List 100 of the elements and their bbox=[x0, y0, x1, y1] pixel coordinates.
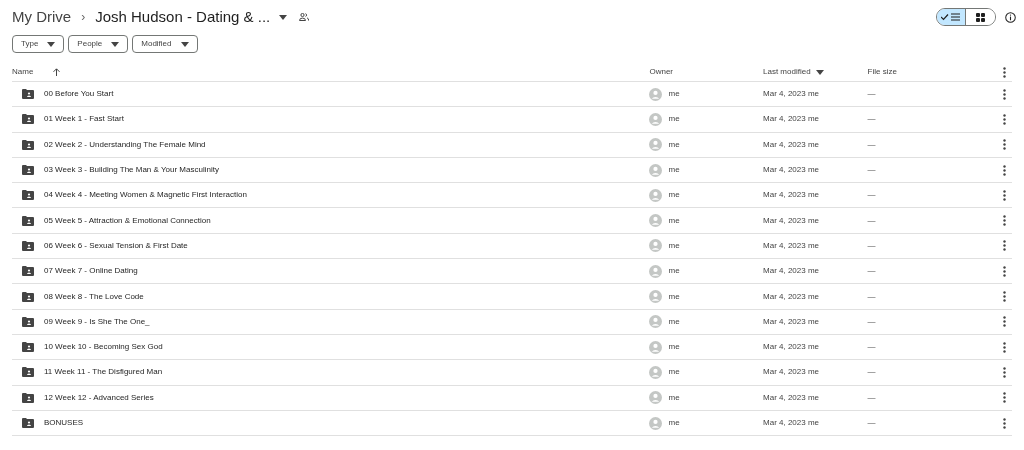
info-icon[interactable] bbox=[1005, 11, 1016, 23]
owner-cell: me bbox=[668, 88, 680, 101]
file-size-cell-text: — bbox=[867, 214, 877, 227]
modified-cell-text: Mar 4, 2023 me bbox=[763, 214, 821, 227]
avatar-icon bbox=[649, 138, 663, 152]
people-icon bbox=[299, 13, 310, 21]
folder-name[interactable]: 06 Week 6 - Sexual Tension & First Date bbox=[44, 239, 188, 252]
folder-name[interactable]: BONUSES bbox=[44, 417, 84, 429]
owner-cell: me bbox=[668, 417, 680, 429]
shared-folder-icon bbox=[22, 114, 34, 125]
avatar-icon bbox=[649, 163, 663, 177]
folder-name[interactable]: 08 Week 8 - The Love Code bbox=[44, 290, 144, 303]
caret-icon bbox=[279, 14, 288, 20]
shared-folder-icon bbox=[22, 418, 34, 428]
owner-cell: me bbox=[668, 138, 680, 151]
modified-cell-text: Mar 4, 2023 me bbox=[763, 391, 821, 404]
more-options-icon[interactable] bbox=[1002, 240, 1006, 252]
owner-cell: me bbox=[668, 214, 680, 227]
file-size-cell-text: — bbox=[867, 366, 877, 379]
folder-name[interactable]: 07 Week 7 - Online Dating bbox=[44, 265, 138, 278]
more-options-icon[interactable] bbox=[1002, 366, 1006, 378]
more-options-icon[interactable] bbox=[1002, 189, 1006, 201]
folder-title-dropdown[interactable]: Josh Hudson - Dating & ... bbox=[95, 5, 288, 29]
avatar-icon bbox=[649, 87, 663, 101]
more-options-icon[interactable] bbox=[1002, 215, 1006, 227]
more-options-icon[interactable] bbox=[1002, 113, 1006, 125]
shared-folder-icon bbox=[22, 291, 34, 302]
filter-chip[interactable]: Modified bbox=[132, 35, 198, 53]
more-options-icon[interactable] bbox=[1002, 88, 1006, 100]
shared-folder-icon bbox=[22, 165, 34, 176]
column-header[interactable]: Last modified bbox=[763, 66, 811, 78]
file-size-cell-text: — bbox=[867, 113, 877, 126]
column-header[interactable]: Owner bbox=[649, 66, 763, 78]
list-icon bbox=[941, 13, 961, 21]
shared-folder-icon bbox=[22, 316, 34, 327]
avatar-icon bbox=[649, 340, 663, 354]
avatar-icon bbox=[649, 188, 663, 202]
folder-name[interactable]: 09 Week 9 - Is She The One_ bbox=[44, 315, 150, 328]
folder-name[interactable]: 11 Week 11 - The Disfigured Man bbox=[44, 366, 163, 379]
owner-cell: me bbox=[668, 239, 680, 252]
modified-cell-text: Mar 4, 2023 me bbox=[763, 189, 821, 202]
view-toggle-button[interactable] bbox=[937, 9, 966, 25]
folder-name[interactable]: 03 Week 3 - Building The Man & Your Masculinity bbox=[44, 164, 219, 177]
more-options-icon[interactable] bbox=[1002, 316, 1006, 328]
file-size-cell-text: — bbox=[867, 417, 877, 429]
avatar-icon bbox=[649, 416, 663, 430]
avatar-icon bbox=[649, 290, 663, 303]
avatar-icon bbox=[649, 112, 663, 126]
folder-name[interactable]: 10 Week 10 - Becoming Sex God bbox=[44, 341, 163, 354]
modified-cell-text: Mar 4, 2023 me bbox=[763, 113, 821, 126]
shared-folder-icon bbox=[22, 190, 34, 201]
column-header[interactable]: Name bbox=[12, 66, 34, 78]
file-size-cell-text: — bbox=[867, 290, 877, 303]
more-options-icon[interactable] bbox=[1002, 417, 1006, 429]
shared-folder-icon bbox=[22, 367, 34, 378]
file-size-cell-text: — bbox=[867, 239, 877, 252]
file-size-cell-text: — bbox=[867, 138, 877, 151]
shared-folder-icon bbox=[22, 342, 34, 353]
more-options-icon[interactable] bbox=[1002, 139, 1006, 151]
caret-icon bbox=[815, 69, 824, 75]
modified-cell-text: Mar 4, 2023 me bbox=[763, 417, 821, 429]
owner-cell: me bbox=[668, 391, 680, 404]
owner-cell: me bbox=[668, 290, 680, 303]
grid-icon bbox=[976, 12, 985, 22]
more-options-icon[interactable] bbox=[1002, 392, 1006, 404]
folder-name[interactable]: 12 Week 12 - Advanced Series bbox=[44, 391, 154, 404]
file-size-cell-text: — bbox=[867, 315, 877, 328]
modified-cell-text: Mar 4, 2023 me bbox=[763, 88, 821, 101]
owner-cell: me bbox=[668, 366, 680, 379]
folder-name[interactable]: 04 Week 4 - Meeting Women & Magnetic First Interaction bbox=[44, 189, 247, 202]
owner-cell: me bbox=[668, 341, 680, 354]
file-size-cell-text: — bbox=[867, 391, 877, 404]
file-size-cell-text: — bbox=[867, 88, 877, 101]
owner-cell: me bbox=[668, 113, 680, 126]
owner-cell: me bbox=[668, 189, 680, 202]
more-options-icon[interactable] bbox=[1002, 164, 1006, 176]
modified-cell-text: Mar 4, 2023 me bbox=[763, 239, 821, 252]
avatar-icon bbox=[649, 264, 663, 278]
caret-icon bbox=[111, 41, 120, 47]
folder-name[interactable]: 00 Before You Start bbox=[44, 88, 114, 101]
column-header[interactable]: File size bbox=[867, 66, 997, 78]
sort-ascending-icon[interactable] bbox=[53, 68, 61, 76]
more-options-icon[interactable] bbox=[1002, 341, 1006, 353]
filter-chip[interactable]: Type bbox=[12, 35, 65, 53]
more-options-icon[interactable] bbox=[1002, 265, 1006, 277]
file-size-cell-text: — bbox=[867, 164, 877, 177]
folder-name[interactable]: 01 Week 1 - Fast Start bbox=[44, 113, 124, 126]
filter-chip[interactable]: People bbox=[68, 35, 129, 53]
avatar-icon bbox=[649, 315, 663, 329]
avatar-icon bbox=[649, 365, 663, 379]
owner-cell: me bbox=[668, 315, 680, 328]
owner-cell: me bbox=[668, 164, 680, 177]
more-options-icon[interactable] bbox=[1002, 291, 1006, 302]
more-options-icon[interactable] bbox=[1002, 66, 1006, 78]
file-size-cell-text: — bbox=[867, 189, 877, 202]
breadcrumb-link[interactable]: My Drive bbox=[12, 5, 72, 29]
folder-name[interactable]: 05 Week 5 - Attraction & Emotional Connection bbox=[44, 214, 211, 227]
modified-cell-text: Mar 4, 2023 me bbox=[763, 341, 821, 354]
shared-folder-icon bbox=[22, 266, 34, 277]
folder-name[interactable]: 02 Week 2 - Understanding The Female Mind bbox=[44, 138, 206, 151]
